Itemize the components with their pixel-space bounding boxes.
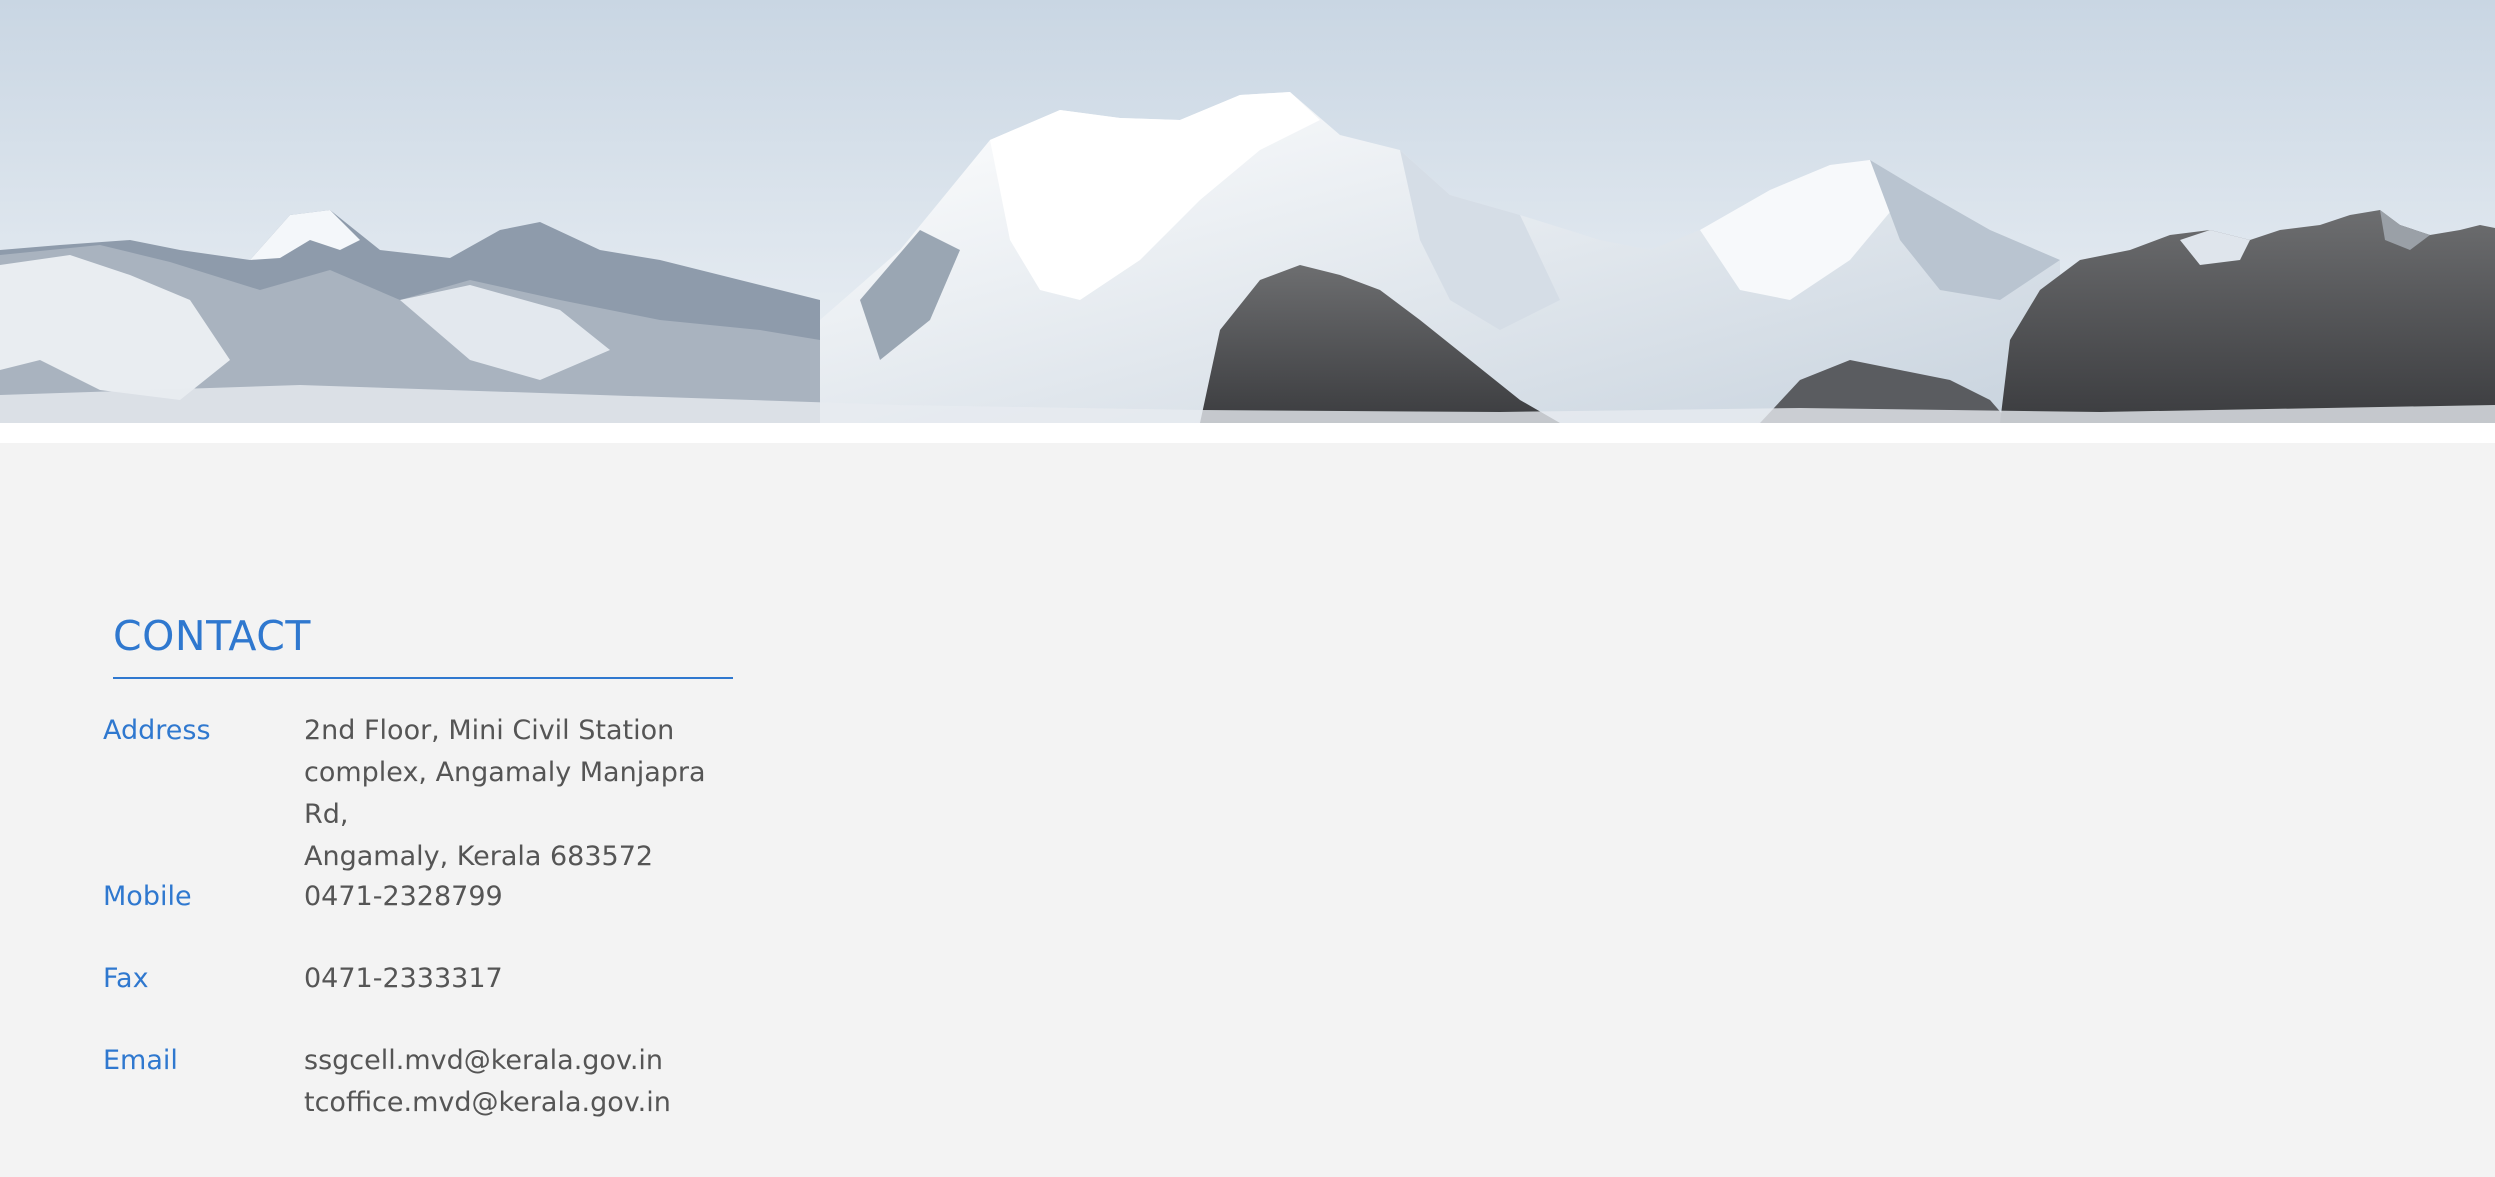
address-line: 2nd Floor, Mini Civil Station: [304, 715, 675, 746]
address-line: Angamaly, Kerala 683572: [304, 841, 654, 872]
fax-value: 0471-2333317: [304, 963, 503, 994]
mountain-banner-image: [0, 0, 2495, 423]
email-label: Email: [103, 1045, 178, 1076]
banner-divider: [0, 423, 2495, 443]
contact-heading-underline: [113, 677, 733, 679]
email-value: ssgcell.mvd@kerala.gov.in tcoffice.mvd@k…: [304, 1040, 744, 1124]
mobile-value: 0471-2328799: [304, 881, 503, 912]
fax-label: Fax: [103, 963, 149, 994]
contact-heading: CONTACT: [113, 612, 311, 660]
mobile-label: Mobile: [103, 881, 192, 912]
email-link[interactable]: ssgcell.mvd@kerala.gov.in: [304, 1040, 744, 1082]
address-label: Address: [103, 715, 211, 746]
email-link[interactable]: tcoffice.mvd@kerala.gov.in: [304, 1082, 744, 1124]
address-line: complex, Angamaly Manjapra Rd,: [304, 757, 706, 830]
address-value: 2nd Floor, Mini Civil Station complex, A…: [304, 710, 744, 878]
